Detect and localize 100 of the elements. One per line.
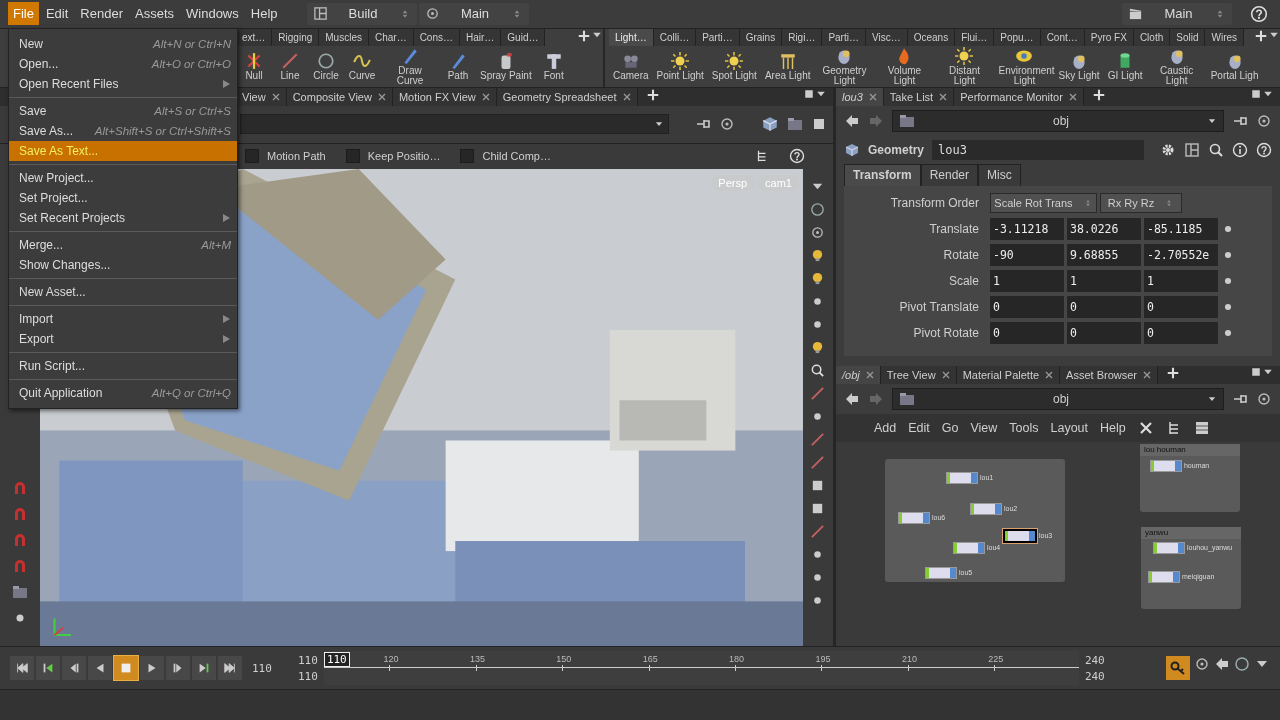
menu-item[interactable]: New Alt+N or Ctrl+N (9, 34, 237, 54)
plus-icon[interactable] (1254, 28, 1268, 43)
cube-icon[interactable] (760, 115, 779, 134)
value-field[interactable]: 0 (1143, 295, 1218, 318)
menu-item[interactable]: Edit (908, 420, 930, 435)
current-frame[interactable]: 110 (323, 652, 350, 668)
context-dropdown[interactable]: Main (1122, 2, 1232, 25)
shelf-tool[interactable]: Line (272, 51, 308, 81)
folder-icon[interactable] (786, 116, 803, 133)
node[interactable] (1002, 528, 1037, 543)
line-icon[interactable] (810, 523, 826, 539)
plus-icon[interactable] (1166, 365, 1180, 380)
menu-item[interactable]: Export (9, 329, 237, 349)
info-icon[interactable] (1232, 141, 1248, 158)
value-field[interactable]: 0 (1066, 295, 1141, 318)
close-icon[interactable] (1143, 370, 1151, 379)
target-icon[interactable] (1194, 656, 1210, 673)
search-icon[interactable] (1208, 141, 1224, 158)
shelf-tool[interactable]: Geometry Light (814, 46, 875, 86)
value-field[interactable]: -3.11218 (989, 217, 1064, 240)
context-dropdown[interactable]: Main (418, 2, 529, 25)
value-field[interactable]: 0 (1066, 321, 1141, 344)
menu-item[interactable]: Help (1100, 420, 1126, 435)
path-field[interactable]: obj (891, 387, 1224, 410)
menu-item[interactable]: Layout (1050, 420, 1089, 435)
shelf-tool[interactable]: Draw Curve (380, 46, 440, 86)
tab[interactable]: Material Palette (956, 365, 1061, 384)
step-forward-button[interactable] (166, 656, 190, 681)
menu-item[interactable]: Windows (181, 2, 244, 26)
range-end-field[interactable]: 240 (1084, 653, 1105, 667)
menu-item[interactable]: Help (245, 2, 283, 26)
square-icon[interactable] (1250, 87, 1262, 100)
menu-item[interactable]: Save As... Alt+Shift+S or Ctrl+Shift+S (9, 121, 237, 141)
value-field[interactable]: -2.70552e (1143, 243, 1218, 266)
frame-field[interactable]: 110 (248, 661, 292, 675)
checkbox[interactable] (460, 149, 475, 164)
folder-icon[interactable] (12, 584, 28, 601)
node[interactable] (1152, 541, 1185, 554)
help-icon[interactable] (788, 148, 805, 165)
shelf-tool[interactable]: Portal Ligh (1206, 51, 1263, 81)
help-icon[interactable] (1250, 4, 1268, 23)
shelf-tool[interactable]: Camera (609, 51, 653, 81)
node[interactable] (897, 511, 930, 524)
close-icon[interactable] (622, 92, 631, 101)
close-icon[interactable] (939, 92, 948, 101)
shelf-tool[interactable]: Curve (344, 51, 380, 81)
order-dropdown[interactable]: Rx Ry Rz (1099, 192, 1182, 213)
menu-item[interactable]: Assets (130, 2, 179, 26)
node[interactable] (945, 471, 978, 484)
shelf-tool[interactable]: GI Light (1103, 51, 1147, 81)
shelf-tool[interactable]: Volume Light (874, 46, 935, 86)
line-icon[interactable] (810, 454, 826, 470)
square-icon[interactable] (802, 87, 815, 100)
menu-item[interactable]: Set Recent Projects (9, 208, 237, 228)
node[interactable] (1149, 459, 1182, 472)
menu-item[interactable]: Quit Application Alt+Q or Ctrl+Q (9, 383, 237, 403)
value-field[interactable]: 1 (1143, 269, 1218, 292)
shelf-tool[interactable]: Caustic Light (1146, 46, 1207, 86)
menu-item[interactable]: Open Recent Files (9, 74, 237, 94)
value-field[interactable]: 38.0226 (1066, 217, 1141, 240)
close-icon[interactable] (941, 370, 950, 379)
skip-start-button[interactable] (10, 656, 34, 681)
play-button[interactable] (140, 656, 164, 681)
menu-item[interactable]: Render (75, 2, 128, 26)
checkbox[interactable] (245, 149, 259, 164)
shelf-tool[interactable]: Font (535, 51, 572, 81)
value-field[interactable]: -85.1185 (1143, 217, 1218, 240)
layout-icon[interactable] (1184, 141, 1200, 158)
wrench-icon[interactable] (1137, 419, 1154, 436)
desktop-dropdown[interactable]: Build (306, 2, 417, 25)
plus-icon[interactable] (645, 87, 660, 102)
target-icon[interactable] (1256, 112, 1272, 129)
menu-item[interactable]: Open... Alt+O or Ctrl+O (9, 54, 237, 74)
menu-item[interactable]: New Asset... (9, 282, 237, 302)
circle-icon[interactable] (810, 201, 826, 217)
line-icon[interactable] (810, 431, 826, 447)
close-icon[interactable] (1068, 92, 1077, 101)
value-field[interactable]: 1 (1066, 269, 1141, 292)
tab[interactable]: Render (920, 163, 978, 186)
close-icon[interactable] (377, 92, 386, 101)
node[interactable] (1147, 570, 1180, 583)
node[interactable] (952, 541, 985, 554)
target-icon[interactable] (1256, 390, 1272, 407)
value-field[interactable]: -90 (989, 243, 1064, 266)
checkbox[interactable] (345, 149, 360, 164)
tab[interactable]: Asset Browser (1060, 365, 1158, 384)
node-name-field[interactable]: lou3 (932, 139, 1144, 160)
shelf-tool[interactable]: Distant Light (934, 46, 995, 86)
plus-icon[interactable] (1091, 87, 1106, 102)
menu-item[interactable]: Save Alt+S or Ctrl+S (9, 101, 237, 121)
help-icon[interactable] (1256, 141, 1272, 158)
menu-item[interactable]: Edit (40, 2, 74, 26)
circle-icon[interactable] (1234, 656, 1250, 673)
menu-item[interactable]: Merge... Alt+M (9, 235, 237, 255)
value-field[interactable]: 1 (989, 269, 1064, 292)
menu-item[interactable]: View (970, 420, 998, 435)
tab[interactable]: Tree View (880, 365, 957, 384)
range-start-field[interactable]: 110 (298, 669, 318, 683)
menu-item[interactable]: Set Project... (9, 188, 237, 208)
shelf-tool[interactable]: Path (440, 51, 476, 81)
